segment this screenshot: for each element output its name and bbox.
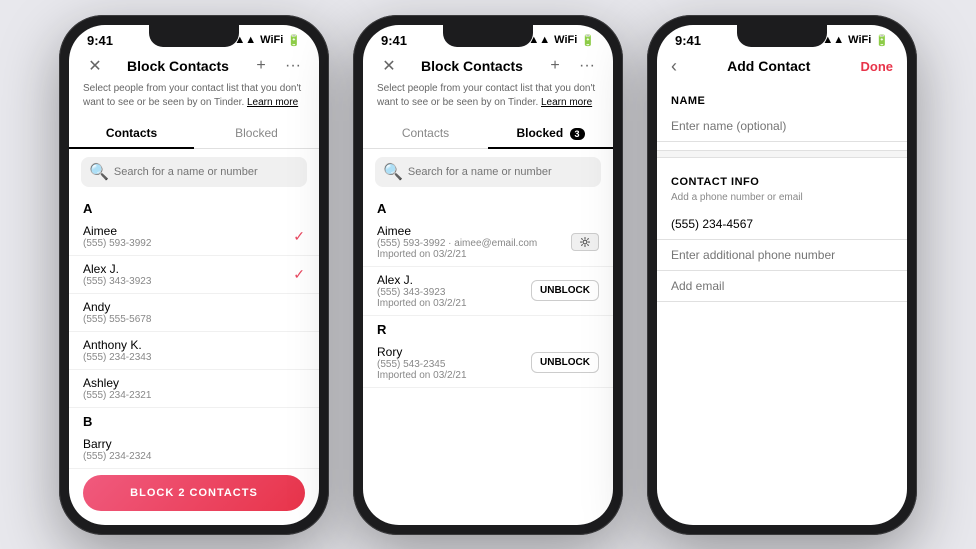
settings-toggle-aimee[interactable]: [571, 233, 599, 251]
subtitle-2: Select people from your contact list tha…: [363, 82, 613, 118]
notch-3: [737, 25, 827, 47]
notch: [149, 25, 239, 47]
battery-icon-3: 🔋: [875, 34, 889, 47]
header-title-3: Add Contact: [677, 58, 861, 74]
screen-content-3: ‹ Add Contact Done NAME CONTACT INFO Add…: [657, 52, 907, 525]
phone3-outer: 9:41 ▲▲▲ WiFi 🔋 ‹ Add Contact Done NAME: [647, 15, 917, 535]
contact-aimee-1[interactable]: Aimee (555) 593-3992 ✓: [69, 218, 319, 256]
tab-contacts-1[interactable]: Contacts: [69, 118, 194, 148]
tab-blocked-2[interactable]: Blocked 3: [488, 118, 613, 148]
contact-aimee-2: Aimee (555) 593-3992 · aimee@email.com I…: [363, 218, 613, 267]
unblock-rory-button[interactable]: UNBLOCK: [531, 352, 599, 373]
check-aimee-1: ✓: [293, 228, 305, 245]
contact-info-sublabel: Add a phone number or email: [657, 192, 907, 209]
wifi-icon-3: WiFi: [848, 34, 871, 46]
section-b-header-1: B: [69, 408, 319, 431]
contact-anthonyk-1[interactable]: Anthony K. (555) 234-2343: [69, 332, 319, 370]
contact-barry-1[interactable]: Barry (555) 234-2324: [69, 431, 319, 469]
tab-contacts-2[interactable]: Contacts: [363, 118, 488, 148]
learn-more-link-2[interactable]: Learn more: [541, 97, 592, 108]
name-input[interactable]: [657, 111, 907, 142]
search-input-1[interactable]: [114, 166, 299, 178]
screen-header-1: ✕ Block Contacts + ···: [69, 52, 319, 82]
screen-header-2: ✕ Block Contacts + ···: [363, 52, 613, 82]
wifi-icon-2: WiFi: [554, 34, 577, 46]
battery-icon-2: 🔋: [581, 34, 595, 47]
section-a-header-2: A: [363, 195, 613, 218]
add-header-3: ‹ Add Contact Done: [657, 52, 907, 85]
screen-content-1: ✕ Block Contacts + ··· Select people fro…: [69, 52, 319, 525]
learn-more-link-1[interactable]: Learn more: [247, 97, 298, 108]
notch-2: [443, 25, 533, 47]
more-icon-2[interactable]: ···: [575, 57, 599, 75]
name-section-label: NAME: [657, 85, 907, 111]
header-title-1: Block Contacts: [107, 58, 249, 74]
check-alexj-1: ✓: [293, 266, 305, 283]
unblock-alexj-button[interactable]: UNBLOCK: [531, 280, 599, 301]
tab-blocked-1[interactable]: Blocked: [194, 118, 319, 148]
search-icon-1: 🔍: [89, 162, 109, 182]
search-bar-1[interactable]: 🔍: [81, 157, 307, 187]
time-1: 9:41: [87, 33, 113, 48]
email-input[interactable]: [657, 271, 907, 302]
battery-icon-1: 🔋: [287, 34, 301, 47]
wifi-icon-1: WiFi: [260, 34, 283, 46]
phone-input-2[interactable]: [657, 240, 907, 271]
tabs-1: Contacts Blocked: [69, 118, 319, 149]
block-button-1[interactable]: BLOCK 2 CONTACTS: [83, 475, 305, 511]
contact-andy-1[interactable]: Andy (555) 555-5678: [69, 294, 319, 332]
tabs-2: Contacts Blocked 3: [363, 118, 613, 149]
phone2-outer: 9:41 ▲▲▲ WiFi 🔋 ✕ Block Contacts + ···: [353, 15, 623, 535]
contact-alexj-2: Alex J. (555) 343-3923 Imported on 03/2/…: [363, 267, 613, 316]
header-icons-right-1: + ···: [249, 57, 305, 75]
section-a-header-1: A: [69, 195, 319, 218]
blocked-badge-2: 3: [570, 128, 585, 140]
gear-icon-aimee: [579, 236, 591, 248]
phones-container: 9:41 ▲▲▲ WiFi 🔋 ✕ Block Contacts + ···: [59, 15, 917, 535]
phone2-inner: 9:41 ▲▲▲ WiFi 🔋 ✕ Block Contacts + ···: [363, 25, 613, 525]
contact-rory-2: Rory (555) 543-2345 Imported on 03/2/21 …: [363, 339, 613, 388]
section-r-header-2: R: [363, 316, 613, 339]
more-icon-1[interactable]: ···: [281, 57, 305, 75]
phone1-inner: 9:41 ▲▲▲ WiFi 🔋 ✕ Block Contacts + ···: [69, 25, 319, 525]
screen-content-2: ✕ Block Contacts + ··· Select people fro…: [363, 52, 613, 525]
close-icon-2[interactable]: ✕: [377, 56, 401, 76]
header-title-2: Block Contacts: [401, 58, 543, 74]
phone1-outer: 9:41 ▲▲▲ WiFi 🔋 ✕ Block Contacts + ···: [59, 15, 329, 535]
add-icon-2[interactable]: +: [543, 57, 567, 75]
close-icon-1[interactable]: ✕: [83, 56, 107, 76]
subtitle-1: Select people from your contact list tha…: [69, 82, 319, 118]
phone3-inner: 9:41 ▲▲▲ WiFi 🔋 ‹ Add Contact Done NAME: [657, 25, 907, 525]
time-3: 9:41: [675, 33, 701, 48]
time-2: 9:41: [381, 33, 407, 48]
search-bar-2[interactable]: 🔍: [375, 157, 601, 187]
done-button-3[interactable]: Done: [861, 59, 894, 74]
add-icon-1[interactable]: +: [249, 57, 273, 75]
contact-alexj-1[interactable]: Alex J. (555) 343-3923 ✓: [69, 256, 319, 294]
search-input-2[interactable]: [408, 166, 593, 178]
search-icon-2: 🔍: [383, 162, 403, 182]
section-divider-3: [657, 150, 907, 158]
phone-input-1[interactable]: [657, 209, 907, 240]
contact-info-label: CONTACT INFO: [657, 166, 907, 192]
contact-ashley-1[interactable]: Ashley (555) 234-2321: [69, 370, 319, 408]
header-icons-right-2: + ···: [543, 57, 599, 75]
